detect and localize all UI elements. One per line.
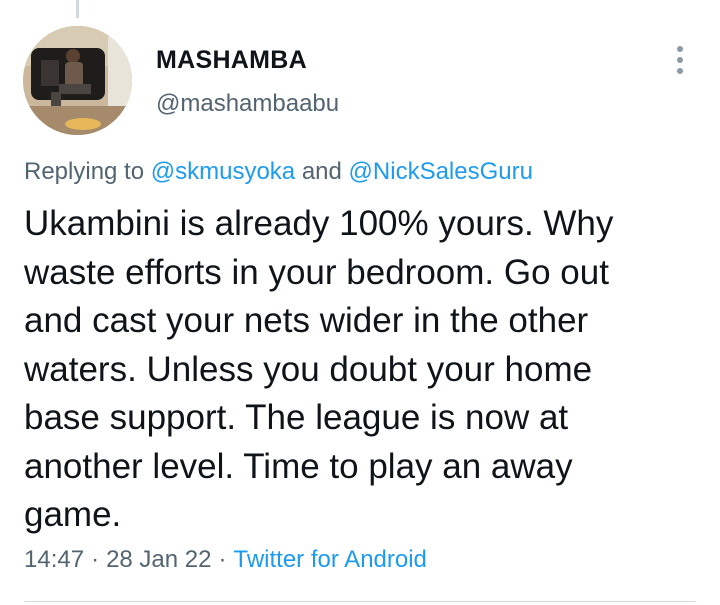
tweet-source-link[interactable]: Twitter for Android bbox=[233, 546, 426, 573]
more-vertical-icon bbox=[677, 46, 683, 74]
replying-joiner: and bbox=[301, 158, 342, 185]
thread-connector-line bbox=[76, 0, 79, 18]
tweet-line: waste efforts in your bedroom. Go out bbox=[24, 252, 609, 292]
tweet-line: waters. Unless you doubt your home bbox=[24, 349, 593, 389]
tweet-line: another level. Time to play an away bbox=[24, 446, 573, 486]
tweet-time[interactable]: 14:47 bbox=[24, 546, 84, 573]
meta-separator: · bbox=[91, 546, 100, 573]
tweet-line: game. bbox=[24, 495, 122, 534]
tweet-meta: 14:47 · 28 Jan 22 · Twitter for Android bbox=[24, 546, 427, 574]
tweet-line: and cast your nets wider in the other bbox=[24, 301, 589, 340]
tweet-line: base support. The league is now at bbox=[24, 398, 569, 437]
avatar[interactable] bbox=[23, 26, 132, 135]
author-display-name[interactable]: MASHAMBA bbox=[156, 46, 307, 75]
tweet-date[interactable]: 28 Jan 22 bbox=[106, 546, 211, 573]
divider bbox=[24, 601, 696, 602]
mention-link-skmusyoka[interactable]: @skmusyoka bbox=[151, 158, 295, 185]
meta-separator: · bbox=[218, 546, 227, 573]
tweet-line: Ukambini is already 100% yours. Why bbox=[24, 204, 614, 243]
replying-to-line: Replying to @skmusyoka and @NickSalesGur… bbox=[24, 158, 533, 186]
avatar-photo bbox=[23, 26, 132, 135]
author-handle[interactable]: @mashambaabu bbox=[156, 90, 339, 118]
tweet-card: MASHAMBA @mashambaabu Replying to @skmus… bbox=[0, 0, 720, 605]
more-options-button[interactable] bbox=[664, 42, 696, 78]
mention-link-nicksalesguru[interactable]: @NickSalesGuru bbox=[349, 158, 533, 185]
tweet-body: Ukambini is already 100% yours. Why wast… bbox=[24, 200, 694, 540]
replying-to-label: Replying to bbox=[24, 158, 145, 185]
